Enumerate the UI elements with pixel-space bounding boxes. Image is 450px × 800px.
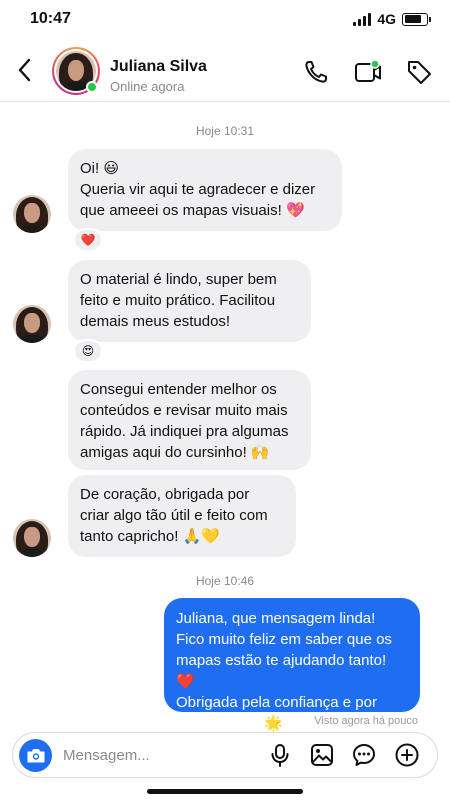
message-input[interactable]: [63, 744, 253, 766]
contact-status: Online agora: [110, 79, 185, 94]
phone-icon[interactable]: [302, 58, 330, 86]
home-indicator: [147, 789, 303, 794]
contact-name[interactable]: Juliana Silva: [110, 58, 207, 76]
incoming-message[interactable]: Consegui entender melhor os conteúdos e …: [68, 370, 311, 470]
message-composer: [12, 732, 438, 778]
network-type: 4G: [377, 11, 396, 27]
seen-status: Visto agora há pouco: [314, 715, 418, 727]
camera-icon: [27, 748, 44, 762]
plus-icon[interactable]: [394, 742, 420, 768]
outgoing-message[interactable]: Juliana, que mensagem linda! Fico muito …: [164, 598, 420, 732]
status-bar: 10:47 4G: [0, 0, 450, 40]
timestamp: Hoje 10:46: [195, 574, 255, 588]
incoming-message[interactable]: De coração, obrigada por criar algo tão …: [68, 475, 296, 557]
message-avatar[interactable]: [13, 305, 51, 343]
message-avatar[interactable]: [13, 519, 51, 557]
battery-icon: [402, 12, 431, 26]
reaction-heart-eyes[interactable]: 😍: [73, 339, 103, 363]
camera-button[interactable]: [19, 739, 52, 772]
image-icon[interactable]: [309, 742, 335, 768]
sticker-icon[interactable]: [351, 742, 377, 768]
online-indicator: [86, 81, 98, 93]
status-indicators: 4G: [353, 11, 431, 27]
tag-icon[interactable]: [405, 58, 433, 86]
incoming-message[interactable]: O material é lindo, super bem feito e mu…: [68, 260, 311, 342]
timestamp: Hoje 10:31: [195, 124, 255, 138]
back-arrow-icon[interactable]: [14, 57, 36, 83]
battery-level: [404, 15, 422, 23]
signal-icon: [353, 12, 372, 26]
chat-header: Juliana Silva Online agora: [0, 40, 450, 102]
reaction-heart[interactable]: ❤️: [73, 228, 103, 252]
microphone-icon[interactable]: [267, 742, 293, 768]
status-time: 10:47: [30, 10, 71, 27]
incoming-message[interactable]: Oi! 😃 Queria vir aqui te agradecer e diz…: [68, 149, 342, 231]
message-avatar[interactable]: [13, 195, 51, 233]
video-camera-icon[interactable]: [354, 58, 382, 86]
